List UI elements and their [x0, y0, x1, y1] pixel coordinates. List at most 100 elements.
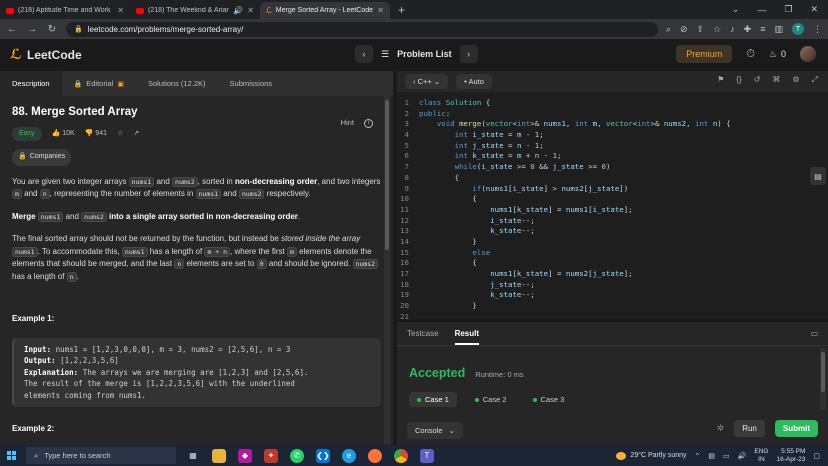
firefox-icon[interactable]: [368, 448, 382, 463]
prev-problem-button[interactable]: ‹: [355, 45, 373, 63]
user-avatar[interactable]: [800, 46, 816, 62]
leetcode-logo[interactable]: ℒ LeetCode: [10, 46, 82, 63]
code-line[interactable]: 18 j_state--;: [397, 280, 828, 291]
code-line[interactable]: 15 else: [397, 248, 828, 259]
app-icon-pink[interactable]: ◆: [238, 448, 252, 463]
info-icon[interactable]: i: [364, 118, 373, 128]
code-line[interactable]: 17 nums1[k_state] = nums2[j_state];: [397, 269, 828, 280]
tab-description[interactable]: Description: [0, 71, 62, 96]
code-line[interactable]: 9 if(nums1[i_state] > nums2[j_state]): [397, 184, 828, 195]
code-line[interactable]: 7 while(i_state >= 0 && j_state >= 0): [397, 162, 828, 173]
taskbar-search-input[interactable]: ⌕ Type here to search: [26, 447, 176, 464]
browser-tab-weeknd[interactable]: (218) The Weeknd & Ariana 🔊 ✕: [130, 2, 260, 19]
code-line[interactable]: 21: [397, 312, 828, 319]
case-2-tab[interactable]: Case 2: [467, 392, 515, 407]
result-scrollbar[interactable]: [820, 348, 826, 410]
premium-button[interactable]: Premium: [676, 45, 733, 63]
bookmark-icon[interactable]: ⚑: [717, 75, 724, 85]
collapse-panel-icon[interactable]: ▭: [810, 329, 818, 338]
streak-counter[interactable]: ♨ 0: [769, 49, 786, 60]
code-line[interactable]: 20 }: [397, 301, 828, 312]
run-button[interactable]: Run: [734, 420, 765, 437]
forward-icon[interactable]: →: [26, 24, 38, 35]
code-line[interactable]: 14 }: [397, 237, 828, 248]
reload-icon[interactable]: ↻: [46, 24, 58, 35]
code-line[interactable]: 19 k_state--;: [397, 290, 828, 301]
reset-icon[interactable]: ↺: [754, 75, 761, 85]
volume-icon[interactable]: 🔊: [738, 452, 747, 460]
language-select[interactable]: ‹ C++ ⌄: [405, 74, 449, 89]
fullscreen-icon[interactable]: ⤢: [812, 75, 818, 85]
browser-tab-leetcode[interactable]: ℒ Merge Sorted Array - LeetCode ✕: [260, 2, 390, 19]
companies-tag[interactable]: 🔒 Companies: [12, 149, 72, 166]
hint-button[interactable]: Hint: [341, 117, 354, 130]
url-input[interactable]: 🔒 leetcode.com/problems/merge-sorted-arr…: [66, 21, 658, 37]
code-line[interactable]: 4 int i_state = m - 1;: [397, 130, 828, 141]
back-icon[interactable]: ←: [6, 24, 18, 35]
code-line[interactable]: 2 public:: [397, 109, 828, 120]
close-icon[interactable]: ✕: [117, 6, 124, 15]
edge-icon[interactable]: e: [342, 448, 356, 463]
tab-search-icon[interactable]: ⌄: [732, 4, 740, 15]
mic-icon[interactable]: ♪: [730, 24, 735, 34]
like-button[interactable]: 👍 10K: [52, 128, 75, 141]
new-tab-button[interactable]: +: [390, 3, 413, 19]
debug-icon[interactable]: ✲: [717, 423, 725, 434]
tab-editorial[interactable]: 🔒 Editorial ▣: [62, 71, 136, 96]
menu-icon[interactable]: ⋮: [813, 24, 822, 35]
vscode-icon[interactable]: ❮❯: [316, 448, 330, 463]
browser-tab-aptitude[interactable]: (218) Aptitude Time and Work | I ✕: [0, 2, 130, 19]
close-icon[interactable]: ✕: [377, 6, 384, 15]
console-button[interactable]: Console ⌄: [407, 421, 463, 439]
language-indicator[interactable]: ENG IN: [754, 448, 768, 464]
code-line[interactable]: 10 {: [397, 194, 828, 205]
code-line[interactable]: 11 nums1[k_state] = nums1[i_state];: [397, 205, 828, 216]
media-icon[interactable]: ≡: [760, 24, 765, 34]
teams-icon[interactable]: T: [420, 448, 434, 463]
code-line[interactable]: 1 class Solution {: [397, 98, 828, 109]
tab-result[interactable]: Result: [454, 329, 480, 345]
app-icon-red[interactable]: ✦: [264, 448, 278, 463]
code-line[interactable]: 5 int j_state = n - 1;: [397, 141, 828, 152]
close-window-icon[interactable]: ✕: [810, 4, 818, 15]
submit-button[interactable]: Submit: [774, 420, 818, 437]
description-scrollbar[interactable]: [384, 96, 390, 444]
weather-widget[interactable]: 29°C Partly sunny: [616, 451, 687, 460]
scroll-thumb[interactable]: [821, 352, 825, 392]
code-line[interactable]: 12 i_state--;: [397, 216, 828, 227]
close-icon[interactable]: ✕: [247, 6, 254, 15]
code-line[interactable]: 3 void merge(vector<int>& nums1, int m, …: [397, 119, 828, 130]
case-3-tab[interactable]: Case 3: [525, 392, 573, 407]
problem-list-button[interactable]: Problem List: [397, 49, 452, 59]
whatsapp-icon[interactable]: ✆: [290, 448, 304, 463]
share-icon[interactable]: ↗: [133, 128, 139, 141]
favorite-star-icon[interactable]: ☆: [117, 128, 123, 141]
lock-icon[interactable]: 🔒: [74, 25, 83, 33]
tab-submissions[interactable]: Submissions: [218, 71, 285, 96]
timer-icon[interactable]: ⏱: [746, 48, 755, 61]
restore-icon[interactable]: ❐: [784, 4, 792, 15]
battery-icon[interactable]: ▭: [723, 452, 730, 460]
tab-solutions[interactable]: Solutions (12.2K): [136, 71, 218, 96]
bookmark-star-icon[interactable]: ☆: [713, 24, 721, 35]
file-explorer-icon[interactable]: [212, 448, 226, 463]
task-view-icon[interactable]: ▦: [186, 449, 200, 463]
minimize-icon[interactable]: —: [757, 5, 766, 15]
next-problem-button[interactable]: ›: [459, 45, 478, 63]
start-button[interactable]: [0, 451, 22, 460]
code-line[interactable]: 16 {: [397, 258, 828, 269]
code-line[interactable]: 8 {: [397, 173, 828, 184]
tab-testcase[interactable]: Testcase: [407, 329, 439, 338]
braces-icon[interactable]: {}: [736, 75, 741, 85]
code-line[interactable]: 13 k_state--;: [397, 226, 828, 237]
profile-avatar[interactable]: T: [792, 23, 804, 35]
shortcuts-icon[interactable]: ⌘: [772, 75, 780, 85]
clock[interactable]: 5:55 PM 16-Apr-23: [776, 448, 805, 464]
notes-icon[interactable]: ▤: [810, 167, 826, 185]
eye-off-icon[interactable]: ⊘: [680, 24, 688, 35]
scroll-thumb[interactable]: [385, 100, 389, 250]
tray-chevron-icon[interactable]: ⌃: [695, 452, 701, 460]
auto-toggle[interactable]: • Auto: [456, 74, 492, 89]
code-line[interactable]: 6 int k_state = m + n - 1;: [397, 151, 828, 162]
dislike-button[interactable]: 👎 941: [85, 128, 107, 141]
